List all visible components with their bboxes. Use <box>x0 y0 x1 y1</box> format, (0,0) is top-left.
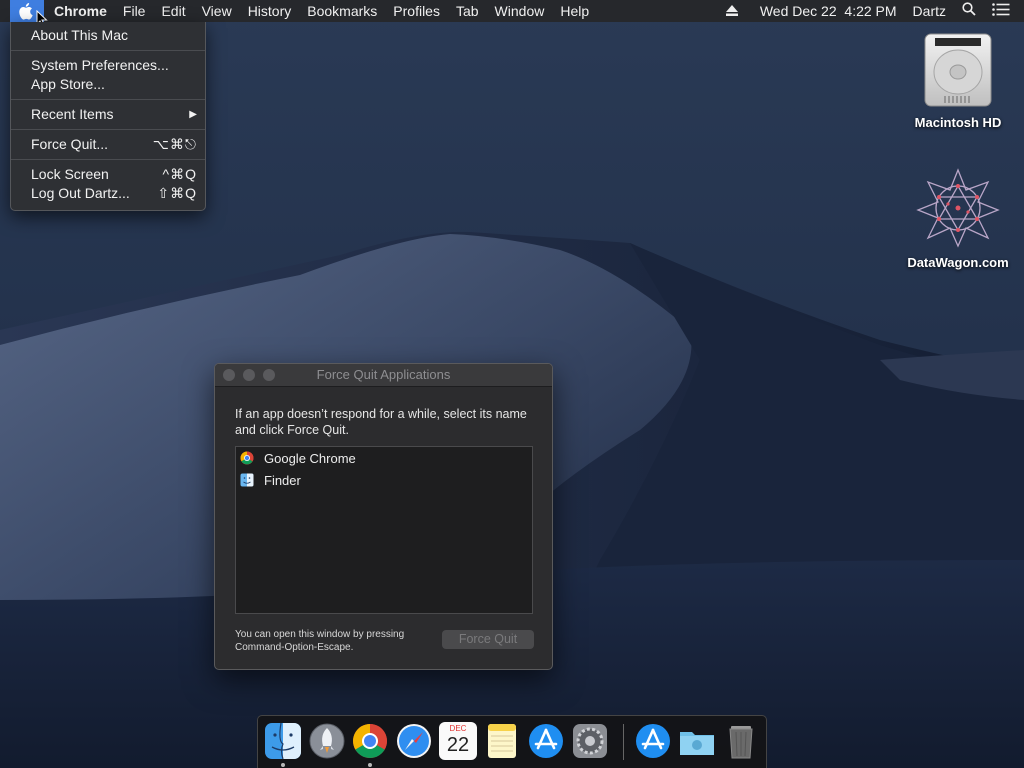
finder-icon <box>240 473 254 487</box>
zoom-button[interactable] <box>263 369 275 381</box>
menu-item-lock-screen[interactable]: Lock Screen ^⌘Q <box>11 165 205 184</box>
system-preferences-label: System Preferences... <box>31 57 169 73</box>
menu-view[interactable]: View <box>194 0 240 22</box>
list-item-finder[interactable]: Finder <box>236 469 532 491</box>
menu-user[interactable]: Dartz <box>905 0 954 22</box>
desktop-icon-macintosh-hd[interactable]: Macintosh HD <box>898 32 1018 130</box>
force-quit-button[interactable]: Force Quit <box>442 630 534 649</box>
menu-separator <box>11 50 205 51</box>
window-titlebar[interactable]: Force Quit Applications <box>215 364 552 387</box>
safari-icon[interactable] <box>395 722 433 760</box>
menu-item-force-quit[interactable]: Force Quit... ⌥⌘⎋ <box>11 135 205 154</box>
menu-file[interactable]: File <box>115 0 154 22</box>
chrome-icon <box>240 451 254 465</box>
launchpad-icon[interactable] <box>308 722 346 760</box>
log-out-label: Log Out Dartz... <box>31 185 130 201</box>
keyboard-shortcut-hint: You can open this window by pressing Com… <box>235 629 405 653</box>
app-store-icon[interactable] <box>527 722 565 760</box>
window-title: Force Quit Applications <box>316 367 451 382</box>
lock-screen-shortcut: ^⌘Q <box>162 166 197 182</box>
hard-drive-icon <box>924 33 992 107</box>
menu-app-name[interactable]: Chrome <box>44 0 115 22</box>
menu-profiles[interactable]: Profiles <box>385 0 448 22</box>
menu-separator <box>11 99 205 100</box>
app-store-label: App Store... <box>31 76 105 92</box>
app-list[interactable]: Google Chrome Finder <box>235 446 533 614</box>
menu-item-app-store[interactable]: App Store... <box>11 75 205 94</box>
notification-center-icon[interactable] <box>984 0 1024 22</box>
menu-item-system-preferences[interactable]: System Preferences... <box>11 56 205 75</box>
submenu-arrow-icon: ▶ <box>189 109 197 120</box>
menu-history[interactable]: History <box>240 0 300 22</box>
menu-window[interactable]: Window <box>487 0 553 22</box>
close-button[interactable] <box>223 369 235 381</box>
notes-icon[interactable] <box>483 722 521 760</box>
lock-screen-label: Lock Screen <box>31 166 109 182</box>
finder-icon[interactable] <box>264 722 302 760</box>
menu-clock[interactable]: Wed Dec 22 4:22 PM <box>746 0 905 22</box>
system-preferences-icon[interactable] <box>571 722 609 760</box>
menu-bar: Chrome File Edit View History Bookmarks … <box>0 0 1024 22</box>
trash-icon[interactable] <box>722 722 760 760</box>
desktop-icon-datawagon[interactable]: DataWagon.com <box>898 168 1018 270</box>
menu-item-recent-items[interactable]: Recent Items ▶ <box>11 105 205 124</box>
app-store-icon[interactable] <box>634 722 672 760</box>
macintosh-hd-label: Macintosh HD <box>914 115 1002 130</box>
app-name: Finder <box>264 472 301 488</box>
apple-icon <box>19 3 33 20</box>
downloads-folder-icon[interactable] <box>678 722 716 760</box>
list-item-google-chrome[interactable]: Google Chrome <box>236 447 532 469</box>
menu-item-log-out[interactable]: Log Out Dartz... ⇧⌘Q <box>11 184 205 203</box>
calendar-day: 22 <box>446 734 470 756</box>
menu-item-about-this-mac[interactable]: About This Mac <box>11 26 205 45</box>
menu-help[interactable]: Help <box>552 0 597 22</box>
force-quit-window: Force Quit Applications If an app doesn’… <box>214 363 553 670</box>
force-quit-description: If an app doesn’t respond for a while, s… <box>235 407 527 437</box>
calendar-month: DEC <box>449 724 467 733</box>
about-label: About This Mac <box>31 27 129 43</box>
spotlight-search-icon[interactable] <box>954 0 984 22</box>
running-indicator <box>281 763 285 767</box>
running-indicator <box>368 763 372 767</box>
chrome-icon[interactable] <box>351 722 389 760</box>
calendar-icon[interactable]: DEC 22 <box>439 722 477 760</box>
eject-icon[interactable] <box>718 0 746 22</box>
recent-items-label: Recent Items <box>31 106 114 122</box>
dock-divider <box>623 724 624 760</box>
force-quit-shortcut: ⌥⌘⎋ <box>152 136 197 152</box>
minimize-button[interactable] <box>243 369 255 381</box>
force-quit-label: Force Quit... <box>31 136 109 152</box>
menu-separator <box>11 159 205 160</box>
menu-edit[interactable]: Edit <box>153 0 193 22</box>
datawagon-label: DataWagon.com <box>907 255 1009 270</box>
dock: DEC 22 <box>257 715 767 768</box>
log-out-shortcut: ⇧⌘Q <box>157 185 197 201</box>
menu-bookmarks[interactable]: Bookmarks <box>299 0 385 22</box>
datawagon-logo-icon <box>916 168 1000 248</box>
menu-separator <box>11 129 205 130</box>
app-name: Google Chrome <box>264 450 356 466</box>
menu-tab[interactable]: Tab <box>448 0 487 22</box>
apple-dropdown-menu: About This Mac System Preferences... App… <box>10 22 206 211</box>
